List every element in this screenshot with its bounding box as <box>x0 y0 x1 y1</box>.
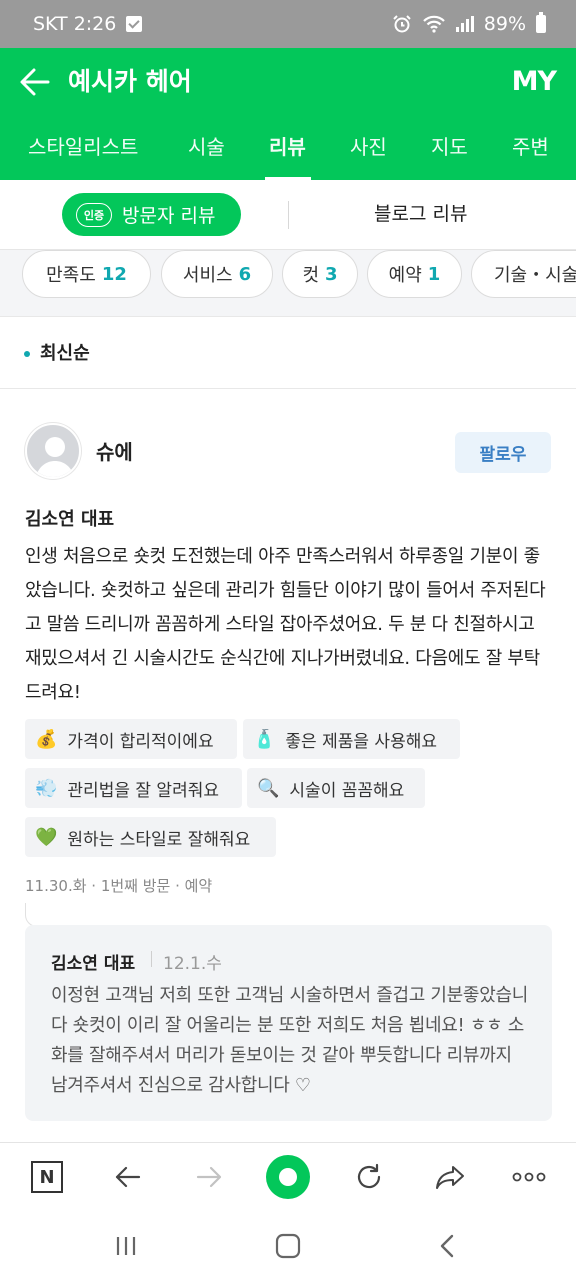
notification-check-icon <box>126 16 143 32</box>
product-bottle-icon: 🧴 <box>253 728 276 750</box>
page-title: 예시카 헤어 <box>68 67 192 96</box>
designer-name[interactable]: 김소연 대표 <box>25 505 114 531</box>
reply-date: 12.1.수 <box>163 954 222 974</box>
filter-chips-row: 만족도 12 서비스 6 컷3 예약 1 기술・시술 <box>0 250 576 317</box>
tab-bar: 스타일리스트 시술 리뷰 사진 지도 주변 <box>0 116 576 180</box>
tab-stylist[interactable]: 스타일리스트 <box>28 116 138 180</box>
tab-treatment[interactable]: 시술 <box>188 116 225 180</box>
review-meta: 11.30.화 · 1번째 방문 · 예약 <box>25 877 213 895</box>
more-button[interactable] <box>507 1155 551 1199</box>
filter-chip-technique[interactable]: 기술・시술 <box>471 250 576 298</box>
filter-chip-service[interactable]: 서비스 6 <box>161 250 273 298</box>
visitor-review-label: 방문자 리뷰 <box>122 205 216 227</box>
naver-home-button[interactable]: N <box>25 1155 69 1199</box>
toggle-divider <box>288 201 289 229</box>
hair-dryer-icon: 💨 <box>35 777 58 799</box>
chip-label: 만족도 <box>46 265 96 286</box>
battery-percent: 89% <box>483 13 526 35</box>
arrow-right-icon <box>196 1166 222 1188</box>
avatar[interactable] <box>25 423 81 479</box>
chip-count: 1 <box>427 263 441 285</box>
chip-label: 예약 <box>388 265 422 286</box>
my-button[interactable]: MY <box>512 48 557 116</box>
review-type-toggle: 인증 방문자 리뷰 블로그 리뷰 <box>0 180 576 250</box>
share-button[interactable] <box>428 1155 472 1199</box>
back-button[interactable] <box>14 60 58 104</box>
chip-label: 컷 <box>302 265 320 286</box>
money-icon: 💰 <box>35 728 58 750</box>
follow-button[interactable]: 팔로우 <box>455 432 551 473</box>
chip-label: 기술・시술 <box>494 265 576 286</box>
certified-badge: 인증 <box>76 202 112 227</box>
tab-review[interactable]: 리뷰 <box>269 116 306 180</box>
review-tag: 💨 관리법을 잘 알려줘요 <box>25 768 242 808</box>
green-dot-button[interactable] <box>266 1155 310 1199</box>
wifi-icon <box>422 15 445 33</box>
refresh-icon <box>357 1163 381 1189</box>
tab-photo[interactable]: 사진 <box>350 116 387 180</box>
browser-forward-button[interactable] <box>187 1155 231 1199</box>
sort-row: 최신순 <box>0 317 576 389</box>
tag-label: 관리법을 잘 알려줘요 <box>67 780 219 801</box>
app-header: 예시카 헤어 MY <box>0 48 576 116</box>
review-tag: 💰 가격이 합리적이에요 <box>25 719 237 759</box>
filter-chip-reservation[interactable]: 예약 1 <box>367 250 462 298</box>
review-text: 인생 처음으로 숏컷 도전했는데 아주 만족스러워서 하루종일 기분이 좋았습니… <box>25 546 546 703</box>
chevron-left-icon <box>440 1234 454 1258</box>
sort-latest-button[interactable]: 최신순 <box>40 339 90 365</box>
sort-dot-icon <box>24 351 30 357</box>
share-icon <box>436 1166 464 1189</box>
home-icon <box>275 1233 301 1259</box>
tag-label: 좋은 제품을 사용해요 <box>285 731 437 752</box>
more-dots-icon <box>512 1172 546 1182</box>
default-user-icon <box>35 437 75 477</box>
chip-count: 12 <box>101 263 127 285</box>
refresh-button[interactable] <box>347 1155 391 1199</box>
tab-map[interactable]: 지도 <box>431 116 468 180</box>
blog-review-button[interactable]: 블로그 리뷰 <box>374 193 467 236</box>
filter-chip-cut[interactable]: 컷3 <box>282 250 358 298</box>
visitor-review-button[interactable]: 인증 방문자 리뷰 <box>62 193 241 236</box>
filter-chip-satisfaction[interactable]: 만족도 12 <box>22 250 151 298</box>
system-back-button[interactable] <box>432 1230 464 1262</box>
arrow-left-icon <box>115 1166 141 1188</box>
status-right: 89% <box>392 0 546 48</box>
reply-author: 김소연 대표 <box>51 954 136 974</box>
reply-text: 이정현 고객님 저희 또한 고객님 시술하면서 즐겁고 기분좋았습니다 숏컷이 … <box>51 985 528 1096</box>
arrow-left-icon <box>20 68 50 96</box>
review-tag: 💚 원하는 스타일로 잘해줘요 <box>25 817 276 857</box>
tag-label: 가격이 합리적이에요 <box>67 731 214 752</box>
chip-label: 서비스 <box>182 265 233 286</box>
naver-n-icon: N <box>31 1161 63 1193</box>
recent-apps-button[interactable] <box>110 1230 142 1262</box>
android-navigation-bar <box>0 1214 576 1280</box>
green-heart-icon: 💚 <box>35 826 58 848</box>
review-card: 슈에 팔로우 김소연 대표 인생 처음으로 숏컷 도전했는데 아주 만족스러워서… <box>0 390 576 1140</box>
tag-label: 시술이 꼼꼼해요 <box>289 780 405 801</box>
status-bar: SKT 2:26 89% <box>0 0 576 48</box>
home-button[interactable] <box>272 1230 304 1262</box>
chip-count: 6 <box>238 263 252 285</box>
green-dot-icon <box>266 1155 310 1199</box>
tag-label: 원하는 스타일로 잘해줘요 <box>67 829 251 850</box>
signal-icon <box>455 16 474 32</box>
review-tag: 🔍 시술이 꼼꼼해요 <box>247 768 425 808</box>
battery-icon <box>536 12 546 33</box>
reviewer-name[interactable]: 슈에 <box>96 436 133 465</box>
browser-toolbar: N <box>0 1142 576 1214</box>
reply-connector <box>25 903 43 927</box>
reply-separator <box>151 951 152 967</box>
magnifier-icon: 🔍 <box>257 777 280 799</box>
review-tag: 🧴 좋은 제품을 사용해요 <box>243 719 460 759</box>
status-left: SKT 2:26 <box>33 0 143 48</box>
status-time: SKT 2:26 <box>33 13 117 35</box>
alarm-icon <box>393 15 411 33</box>
tab-nearby[interactable]: 주변 <box>512 116 549 180</box>
browser-back-button[interactable] <box>106 1155 150 1199</box>
recent-apps-icon <box>116 1237 136 1255</box>
owner-reply: 김소연 대표 12.1.수 이정현 고객님 저희 또한 고객님 시술하면서 즐겁… <box>25 925 552 1121</box>
chip-count: 3 <box>325 263 338 285</box>
